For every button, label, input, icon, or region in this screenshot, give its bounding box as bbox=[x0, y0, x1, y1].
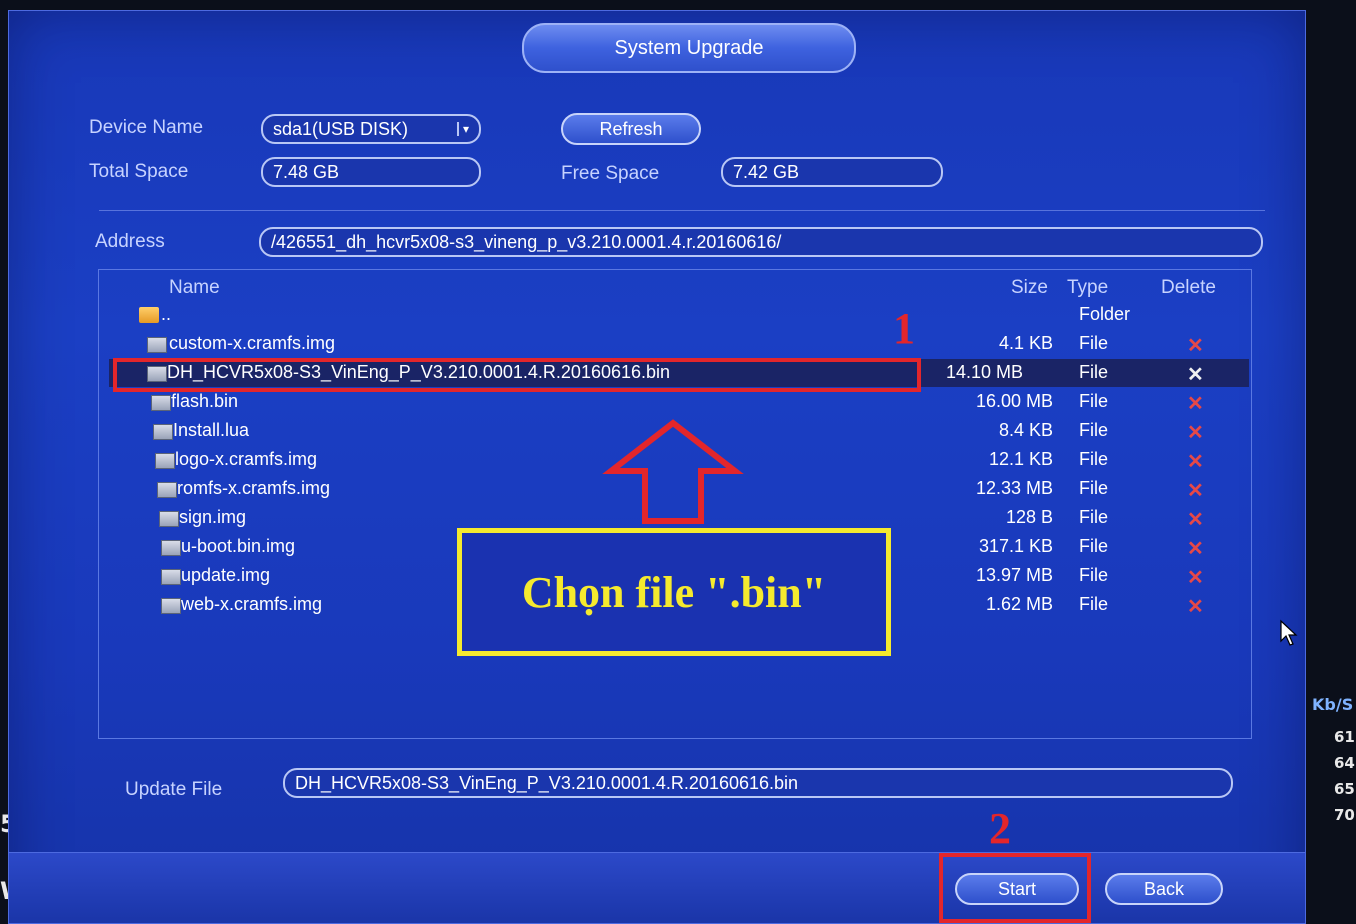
file-name: custom-x.cramfs.img bbox=[169, 333, 336, 353]
step-1-marker: 1 bbox=[893, 304, 915, 353]
file-size: 12.33 MB bbox=[975, 478, 1053, 498]
delete-icon[interactable]: ✕ bbox=[1187, 362, 1204, 387]
file-type: File bbox=[1079, 536, 1109, 556]
update-file-field[interactable]: DH_HCVR5x08-S3_VinEng_P_V3.210.0001.4.R.… bbox=[283, 768, 1233, 798]
mouse-cursor-icon bbox=[1280, 619, 1298, 646]
file-icon bbox=[147, 337, 167, 353]
file-size: 8.4 KB bbox=[998, 420, 1053, 440]
step-2-marker: 2 bbox=[989, 804, 1011, 853]
file-type: File bbox=[1079, 362, 1109, 382]
background-right-value: 64 bbox=[1334, 754, 1355, 772]
refresh-button[interactable]: Refresh bbox=[561, 113, 701, 145]
file-type: File bbox=[1079, 594, 1109, 614]
dialog-title: System Upgrade bbox=[522, 23, 856, 73]
file-size: 14.10 MB bbox=[945, 362, 1023, 382]
background-right-value: 65 bbox=[1334, 780, 1355, 798]
file-type: File bbox=[1079, 565, 1109, 585]
file-name: flash.bin bbox=[171, 391, 239, 411]
update-file-label: Update File bbox=[125, 779, 223, 800]
file-name: web-x.cramfs.img bbox=[181, 594, 323, 614]
file-name: u-boot.bin.img bbox=[181, 536, 296, 556]
background-right-unit: Kb/S bbox=[1312, 695, 1354, 714]
free-space-field: 7.42 GB bbox=[721, 157, 943, 187]
file-name: Install.lua bbox=[173, 420, 250, 440]
delete-icon[interactable]: ✕ bbox=[1187, 507, 1204, 532]
file-icon bbox=[155, 453, 175, 469]
back-button[interactable]: Back bbox=[1105, 873, 1223, 905]
device-name-select[interactable]: sda1(USB DISK) ▾ bbox=[261, 114, 481, 144]
list-item[interactable]: flash.bin 16.00 MB File ✕ bbox=[139, 388, 1253, 416]
device-name-label: Device Name bbox=[89, 117, 204, 138]
total-space-label: Total Space bbox=[89, 161, 189, 182]
file-name: romfs-x.cramfs.img bbox=[177, 478, 330, 498]
start-highlight-box bbox=[939, 853, 1091, 923]
file-type: File bbox=[1079, 333, 1109, 353]
file-size: 1.62 MB bbox=[985, 594, 1053, 614]
delete-icon[interactable]: ✕ bbox=[1187, 391, 1204, 416]
column-header-type[interactable]: Type bbox=[1067, 277, 1108, 299]
delete-icon[interactable]: ✕ bbox=[1187, 594, 1204, 619]
file-name: update.img bbox=[181, 565, 271, 585]
file-name: logo-x.cramfs.img bbox=[175, 449, 318, 469]
total-space-field: 7.48 GB bbox=[261, 157, 481, 187]
list-item-parent-folder[interactable]: .. Folder bbox=[139, 301, 1253, 329]
file-icon bbox=[161, 540, 181, 556]
file-type: File bbox=[1079, 420, 1109, 440]
delete-icon[interactable]: ✕ bbox=[1187, 478, 1204, 503]
column-header-name[interactable]: Name bbox=[169, 277, 220, 299]
background-right-values: 61 64 65 70 bbox=[1334, 728, 1355, 832]
file-name: sign.img bbox=[179, 507, 247, 527]
file-icon bbox=[153, 424, 173, 440]
delete-icon[interactable]: ✕ bbox=[1187, 449, 1204, 474]
column-header-delete[interactable]: Delete bbox=[1161, 277, 1216, 299]
file-size: 317.1 KB bbox=[978, 536, 1053, 556]
delete-icon[interactable]: ✕ bbox=[1187, 565, 1204, 590]
background-right-value: 61 bbox=[1334, 728, 1355, 746]
file-size: 13.97 MB bbox=[975, 565, 1053, 585]
file-icon bbox=[159, 511, 179, 527]
file-type: Folder bbox=[1079, 304, 1131, 324]
chevron-down-icon: ▾ bbox=[456, 122, 469, 136]
list-item[interactable]: custom-x.cramfs.img 4.1 KB File ✕ bbox=[139, 330, 1253, 358]
folder-icon bbox=[139, 307, 159, 323]
file-size: 16.00 MB bbox=[975, 391, 1053, 411]
delete-icon[interactable]: ✕ bbox=[1187, 536, 1204, 561]
delete-icon[interactable]: ✕ bbox=[1187, 420, 1204, 445]
file-type: File bbox=[1079, 478, 1109, 498]
free-space-label: Free Space bbox=[561, 163, 660, 184]
file-type: File bbox=[1079, 449, 1109, 469]
file-type: File bbox=[1079, 391, 1109, 411]
background-right-value: 70 bbox=[1334, 806, 1355, 824]
file-name: .. bbox=[161, 304, 172, 324]
address-label: Address bbox=[95, 231, 165, 252]
file-icon bbox=[161, 598, 181, 614]
file-icon bbox=[161, 569, 181, 585]
file-type: File bbox=[1079, 507, 1109, 527]
instruction-callout: Chọn file ".bin" bbox=[457, 528, 891, 656]
column-header-size[interactable]: Size bbox=[1011, 277, 1048, 299]
up-arrow-icon bbox=[602, 419, 744, 524]
file-size: 128 B bbox=[1005, 507, 1053, 527]
file-highlight-box bbox=[113, 358, 921, 392]
system-upgrade-dialog: System Upgrade Device Name sda1(USB DISK… bbox=[8, 10, 1306, 924]
file-icon bbox=[151, 395, 171, 411]
file-icon bbox=[157, 482, 177, 498]
divider bbox=[99, 210, 1265, 211]
address-field[interactable]: /426551_dh_hcvr5x08-s3_vineng_p_v3.210.0… bbox=[259, 227, 1263, 257]
delete-icon[interactable]: ✕ bbox=[1187, 333, 1204, 358]
file-size: 4.1 KB bbox=[998, 333, 1053, 353]
device-name-value: sda1(USB DISK) bbox=[273, 118, 409, 139]
file-size: 12.1 KB bbox=[988, 449, 1053, 469]
